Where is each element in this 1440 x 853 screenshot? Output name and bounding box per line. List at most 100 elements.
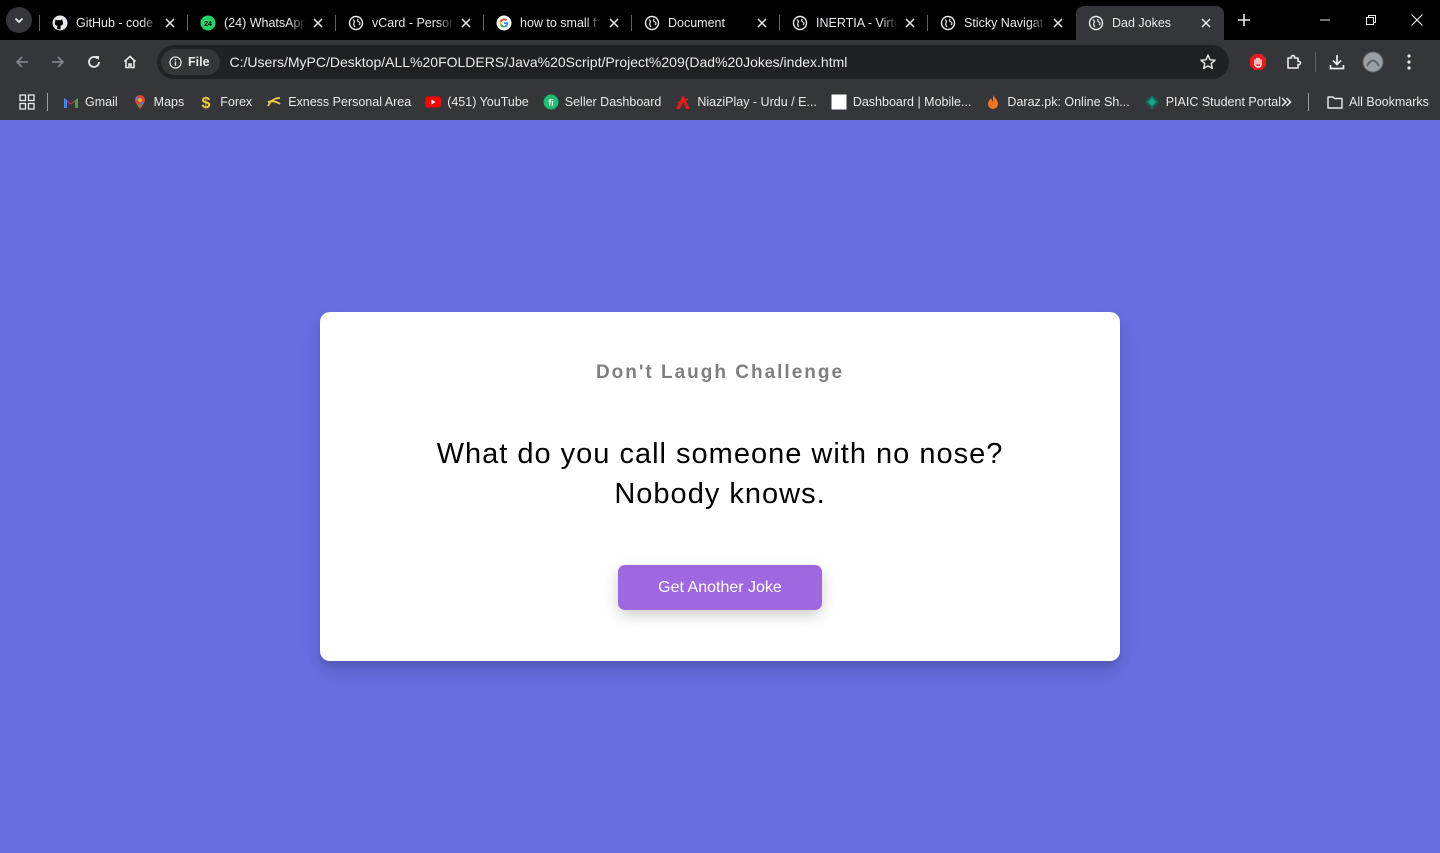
close-icon[interactable] [458, 15, 474, 31]
tab-document[interactable]: Document [631, 6, 780, 40]
globe-icon [348, 15, 364, 31]
bookmark-label: (451) YouTube [447, 95, 529, 109]
download-icon [1329, 55, 1345, 70]
fiverr-icon: fi [543, 94, 559, 110]
page-viewport: Don't Laugh Challenge What do you call s… [0, 120, 1440, 853]
bookmark-label: Seller Dashboard [564, 95, 662, 109]
apps-button[interactable] [17, 92, 37, 112]
bookmark-exness[interactable]: Exness Personal Area [259, 88, 418, 116]
toolbar-actions [1240, 44, 1427, 80]
bookmark-label: Maps [153, 95, 185, 109]
close-icon[interactable] [754, 15, 770, 31]
tab-title: GitHub - code [76, 16, 154, 30]
get-another-joke-button[interactable]: Get Another Joke [618, 565, 822, 610]
tab-title: how to small f [520, 16, 597, 30]
bookmark-label: Exness Personal Area [288, 95, 412, 109]
bookmark-label: Forex [220, 95, 253, 109]
piaic-icon [1144, 94, 1160, 110]
bookmark-daraz[interactable]: Daraz.pk: Online Sh... [978, 88, 1136, 116]
bookmark-dashboard-mobile[interactable]: Dashboard | Mobile... [824, 88, 979, 116]
tab-strip: GitHub - code 24 (24) WhatsApp vCard - P… [0, 0, 1440, 40]
plus-icon [1238, 14, 1250, 26]
double-chevron-right-icon [1281, 97, 1292, 107]
joke-card: Don't Laugh Challenge What do you call s… [320, 312, 1120, 661]
tab-google-search[interactable]: how to small f [483, 6, 632, 40]
tab-dad-jokes[interactable]: Dad Jokes [1076, 6, 1224, 40]
profile-button[interactable] [1355, 44, 1391, 80]
tab-sticky-navigation[interactable]: Sticky Navigat [927, 6, 1076, 40]
adblock-extension-button[interactable] [1240, 44, 1276, 80]
close-window-button[interactable] [1394, 0, 1440, 40]
arrow-right-icon [52, 56, 65, 68]
extensions-button[interactable] [1276, 44, 1312, 80]
bookmark-piaic[interactable]: PIAIC Student Portal [1137, 88, 1288, 116]
more-bookmarks-button[interactable] [1274, 90, 1298, 114]
youtube-icon [425, 94, 442, 110]
tab-title: vCard - Person [372, 16, 454, 30]
dollar-icon: $ [198, 94, 214, 110]
bookmark-label: PIAIC Student Portal [1165, 95, 1282, 109]
bookmark-label: Gmail [85, 95, 118, 109]
google-icon [496, 15, 512, 31]
bookmark-label: Dashboard | Mobile... [852, 95, 972, 109]
bookmarks-bar: Gmail Maps $ Forex Exness Personal Area … [0, 84, 1440, 120]
back-button[interactable] [4, 44, 40, 80]
tab-vcard[interactable]: vCard - Person [335, 6, 484, 40]
bookmark-youtube[interactable]: (451) YouTube [418, 88, 536, 116]
svg-text:fi: fi [548, 98, 554, 108]
all-bookmarks-button[interactable]: All Bookmarks [1320, 88, 1436, 116]
browser-toolbar: File C:/Users/MyPC/Desktop/ALL%20FOLDERS… [0, 40, 1440, 84]
reload-button[interactable] [76, 44, 112, 80]
maps-icon [132, 94, 148, 110]
downloads-button[interactable] [1319, 44, 1355, 80]
tab-title: Document [668, 16, 725, 30]
tab-title: Dad Jokes [1112, 16, 1172, 30]
github-icon [52, 15, 68, 31]
home-button[interactable] [112, 44, 148, 80]
address-url[interactable]: C:/Users/MyPC/Desktop/ALL%20FOLDERS/Java… [230, 54, 848, 70]
globe-icon [644, 15, 660, 31]
tab-title: Sticky Navigat [964, 16, 1044, 30]
bookmark-forex[interactable]: $ Forex [191, 88, 259, 116]
window-controls [1302, 0, 1440, 40]
close-icon[interactable] [606, 15, 622, 31]
site-info-label: File [188, 55, 210, 69]
avatar [1362, 51, 1384, 73]
tab-search-button[interactable] [6, 7, 32, 33]
close-icon[interactable] [1198, 15, 1214, 31]
bookmark-maps[interactable]: Maps [125, 88, 192, 116]
tab-inertia[interactable]: INERTIA - Virtu [779, 6, 928, 40]
bookmark-gmail[interactable]: Gmail [56, 88, 125, 116]
reload-icon [88, 56, 100, 68]
close-icon[interactable] [902, 15, 918, 31]
joke-text: What do you call someone with no nose? N… [380, 434, 1060, 514]
exness-icon [266, 94, 282, 110]
close-icon[interactable] [310, 15, 326, 31]
bookmark-seller-dashboard[interactable]: fi Seller Dashboard [536, 88, 669, 116]
menu-button[interactable] [1391, 44, 1427, 80]
svg-text:$: $ [202, 95, 211, 110]
address-bar[interactable]: File C:/Users/MyPC/Desktop/ALL%20FOLDERS… [157, 45, 1229, 79]
close-icon[interactable] [1050, 15, 1066, 31]
whatsapp-badge: 24 [204, 21, 212, 28]
bookmark-niaziplay[interactable]: NiaziPlay - Urdu / E... [668, 88, 823, 116]
challenge-heading: Don't Laugh Challenge [595, 362, 845, 383]
globe-icon [792, 15, 808, 31]
forward-button[interactable] [40, 44, 76, 80]
hand-stop-icon [1250, 54, 1266, 70]
globe-icon [940, 15, 956, 31]
chevron-down-icon [14, 17, 24, 24]
tab-github[interactable]: GitHub - code [39, 6, 188, 40]
minimize-button[interactable] [1302, 0, 1348, 40]
close-icon[interactable] [162, 15, 178, 31]
tab-whatsapp[interactable]: 24 (24) WhatsApp [187, 6, 336, 40]
site-info-chip[interactable]: File [161, 49, 220, 75]
bookmark-star-icon[interactable] [1199, 53, 1217, 76]
whatsapp-icon: 24 [200, 15, 216, 31]
bookmark-label: NiaziPlay - Urdu / E... [697, 95, 817, 109]
new-tab-button[interactable] [1230, 6, 1258, 34]
arrow-left-icon [15, 56, 28, 68]
more-vertical-icon [1407, 54, 1411, 70]
restore-button[interactable] [1348, 0, 1394, 40]
blank-page-icon [831, 94, 847, 110]
